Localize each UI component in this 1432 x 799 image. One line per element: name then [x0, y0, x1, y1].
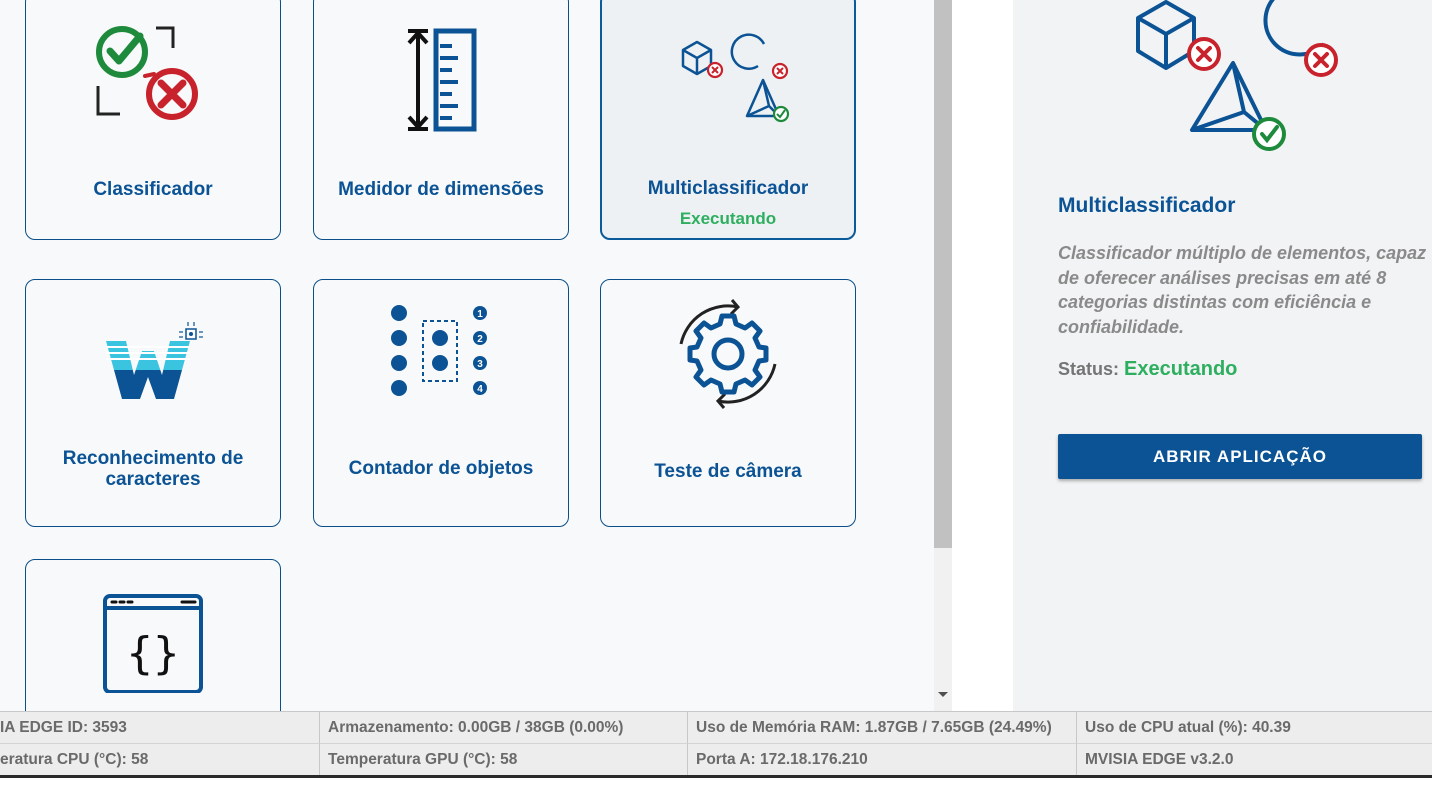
app-label: Teste de câmera: [654, 461, 802, 482]
details-status: Status: Executando: [1058, 358, 1237, 381]
gear-refresh-icon: [601, 294, 855, 414]
bottom-border: [0, 775, 1432, 778]
app-label: Medidor de dimensões: [338, 179, 544, 200]
svg-text:1: 1: [477, 309, 483, 320]
scroll-down-arrow-icon[interactable]: [938, 692, 948, 697]
apps-grid: Classificador Medidor de dimensões Multi…: [0, 0, 934, 711]
app-details-panel: Multiclassificador Classificador múltipl…: [1013, 0, 1432, 711]
ram-usage-cell: Uso de Memória RAM: 1.87GB / 7.65GB (24.…: [688, 712, 1077, 744]
apps-scrollbar[interactable]: [934, 0, 952, 711]
details-description: Classificador múltiplo de elementos, cap…: [1058, 243, 1427, 337]
svg-text:{}: {}: [127, 628, 180, 679]
multi-shapes-icon: [1128, 0, 1358, 168]
scrollbar-thumb[interactable]: [934, 0, 952, 548]
app-label: Multiclassificador: [647, 178, 809, 199]
version-cell: MVISIA EDGE v3.2.0: [1085, 751, 1234, 768]
port-a-cell: Porta A: 172.18.176.210: [688, 744, 1077, 776]
system-status-bar: IA EDGE ID: 3593 Armazenamento: 0.00GB /…: [0, 711, 1432, 776]
multi-shapes-icon: [602, 17, 854, 137]
details-status-value: Executando: [1124, 358, 1238, 380]
app-card-medidor-dimensoes[interactable]: Medidor de dimensões: [313, 0, 569, 240]
edge-id-cell: IA EDGE ID: 3593: [0, 712, 320, 744]
app-label: Contador de objetos: [348, 458, 534, 479]
svg-text:4: 4: [477, 384, 483, 395]
details-title: Multiclassificador: [1058, 194, 1236, 217]
app-card-multiclassificador[interactable]: Multiclassificador Executando: [600, 0, 856, 240]
app-card-classificador[interactable]: Classificador: [25, 0, 281, 240]
details-status-label: Status:: [1058, 359, 1120, 379]
cpu-usage-cell: Uso de CPU atual (%): 40.39: [1077, 712, 1432, 744]
code-window-icon: {}: [26, 578, 280, 698]
storage-cell: Armazenamento: 0.00GB / 38GB (0.00%): [320, 712, 688, 744]
app-label: Reconhecimento de caracteres: [62, 448, 244, 490]
gpu-temp-cell: Temperatura GPU (°C): 58: [320, 744, 688, 776]
app-label: Classificador: [93, 179, 213, 200]
app-status-badge: Executando: [679, 209, 777, 228]
cpu-temp-cell: eratura CPU (°C): 58: [0, 744, 320, 776]
app-card-custom-code[interactable]: {}: [25, 559, 281, 711]
svg-text:3: 3: [477, 359, 483, 370]
ruler-measure-icon: [314, 16, 568, 136]
classifier-check-cross-icon: [26, 16, 280, 136]
app-card-reconhecimento-caracteres[interactable]: Reconhecimento de caracteres: [25, 279, 281, 527]
app-card-contador-objetos[interactable]: 1 2 3 4 Contador de objetos: [313, 279, 569, 527]
object-counter-icon: 1 2 3 4: [314, 294, 568, 414]
ocr-w-icon: [26, 294, 280, 414]
open-application-button[interactable]: ABRIR APLICAÇÃO: [1058, 434, 1422, 479]
svg-text:2: 2: [477, 334, 483, 345]
app-card-teste-camera[interactable]: Teste de câmera: [600, 279, 856, 527]
